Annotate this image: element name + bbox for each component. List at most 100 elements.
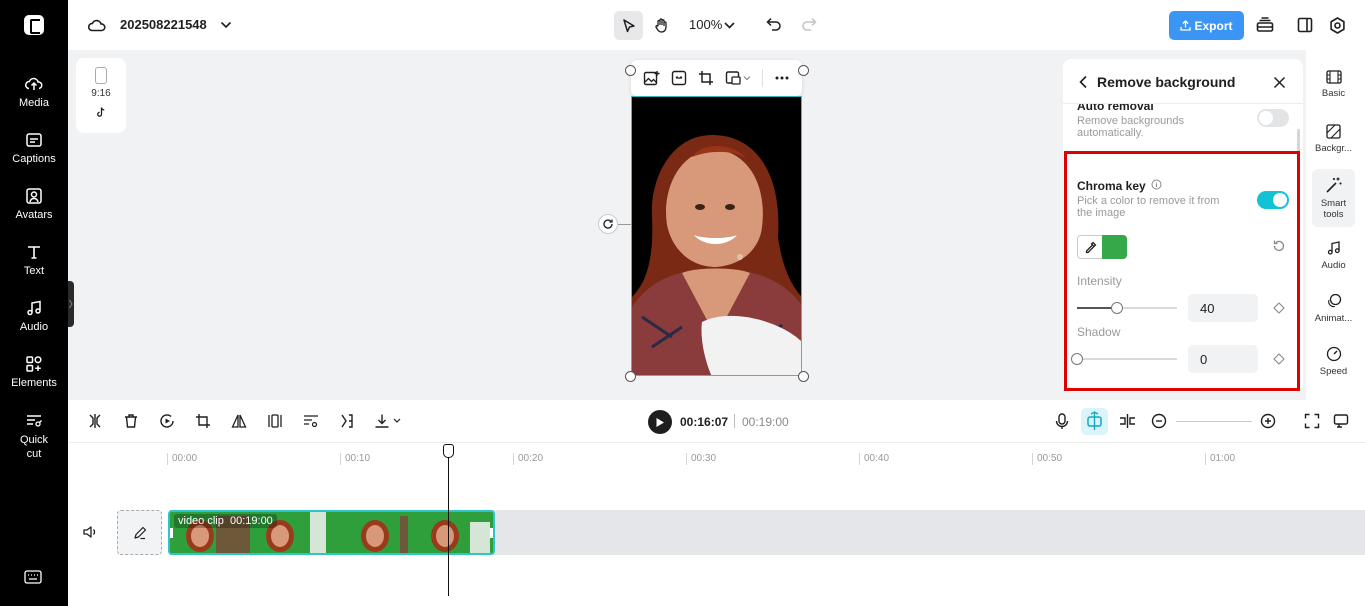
tool-smart-tools[interactable]: Smart tools [1312, 176, 1355, 220]
app-logo-icon[interactable] [24, 15, 44, 35]
track-mute-button[interactable] [82, 524, 98, 540]
export-button[interactable]: Export [1169, 11, 1244, 40]
sidebar-item-elements[interactable]: Elements [0, 354, 68, 389]
tool-animation[interactable]: Animat... [1308, 293, 1359, 324]
zoom-level[interactable]: 100% [689, 17, 722, 32]
playhead-handle[interactable] [443, 444, 454, 458]
phone-frame-icon [95, 67, 107, 84]
download-button[interactable] [374, 413, 404, 429]
panel-title: Remove background [1097, 74, 1236, 90]
record-voice-button[interactable] [1054, 413, 1070, 430]
undo-button[interactable] [764, 14, 784, 34]
resize-handle-bottom-right[interactable] [798, 371, 809, 382]
fit-button[interactable] [267, 413, 283, 429]
timeline-zoom-slider[interactable] [1176, 421, 1252, 422]
ruler-label: 00:50 [1037, 453, 1063, 464]
select-tool-button[interactable] [614, 11, 643, 40]
auto-removal-description: Remove backgrounds automatically. [1077, 115, 1185, 139]
tool-label: Smart tools [1320, 198, 1347, 220]
back-button[interactable] [1078, 75, 1090, 89]
music-note-icon [27, 300, 41, 316]
tool-audio[interactable]: Audio [1308, 240, 1359, 271]
split-panel-icon [1297, 17, 1313, 33]
magnet-snap-button[interactable] [1081, 408, 1108, 435]
resize-handle-top-right[interactable] [798, 65, 809, 76]
minus-circle-icon [1151, 413, 1167, 429]
hand-tool-button[interactable] [649, 13, 673, 37]
redo-button[interactable] [799, 14, 819, 34]
layers-button[interactable] [1255, 15, 1275, 35]
ruler-label: 00:30 [691, 453, 717, 464]
sidebar-item-text[interactable]: Text [0, 242, 68, 277]
settings-button[interactable] [1327, 15, 1347, 35]
zoom-out-button[interactable] [1151, 413, 1167, 429]
clip-floating-toolbar [631, 60, 802, 96]
speaker-icon [83, 526, 96, 538]
toggle-knob [1259, 111, 1273, 125]
more-horizontal-icon[interactable] [774, 70, 790, 86]
sidebar-item-label: Captions [12, 153, 56, 165]
rotate-handle[interactable] [598, 214, 618, 234]
redo-icon [802, 17, 817, 31]
split-icon [89, 414, 101, 428]
replace-media-icon[interactable] [725, 70, 751, 86]
time-separator [734, 414, 735, 428]
sidebar-item-avatars[interactable]: Avatars [0, 186, 68, 221]
keyboard-shortcuts-button[interactable] [24, 570, 42, 584]
project-title[interactable]: 202508221548 [120, 17, 207, 32]
flip-button[interactable] [231, 413, 247, 429]
link-split-icon [1120, 414, 1135, 428]
add-image-icon[interactable] [643, 70, 660, 87]
export-label: Export [1194, 18, 1233, 33]
ruler-label: 00:40 [864, 453, 890, 464]
track-cover-edit-button[interactable] [117, 510, 162, 555]
delete-button[interactable] [123, 413, 139, 429]
resize-handle-bottom-left[interactable] [625, 371, 636, 382]
trim-button[interactable] [339, 413, 355, 429]
chevron-down-icon [723, 21, 735, 29]
freeze-frame-button[interactable] [159, 413, 175, 429]
split-button[interactable] [87, 413, 103, 429]
zoom-in-button[interactable] [1260, 413, 1276, 429]
sidebar-item-captions[interactable]: Captions [0, 130, 68, 165]
toolbar-divider [762, 69, 764, 87]
sidebar-item-quick-cut[interactable]: Quick cut [0, 410, 68, 461]
project-menu-toggle[interactable] [219, 18, 233, 32]
video-clip[interactable]: video clip 00:19:00 [168, 510, 495, 555]
close-panel-button[interactable] [1273, 76, 1286, 89]
auto-removal-toggle[interactable] [1257, 109, 1289, 127]
split-view-button[interactable] [1119, 413, 1136, 429]
panel-layout-button[interactable] [1295, 15, 1315, 35]
tool-background[interactable]: Backgr... [1308, 124, 1359, 154]
tool-speed[interactable]: Speed [1308, 346, 1359, 377]
trim-icon [341, 414, 353, 428]
tool-basic[interactable]: Basic [1308, 70, 1359, 99]
avatars-icon [26, 188, 42, 204]
play-icon [656, 417, 664, 427]
ruler-label: 00:00 [172, 453, 198, 464]
quick-cut-icon [27, 415, 42, 427]
feedback-button[interactable] [1333, 413, 1349, 429]
ruler-tick [686, 453, 687, 465]
fullscreen-button[interactable] [1304, 413, 1320, 429]
aspect-ratio-card[interactable]: 9:16 [76, 58, 126, 133]
fit-frame-icon[interactable] [671, 70, 687, 86]
tool-label: Audio [1321, 260, 1346, 271]
trash-icon [125, 414, 137, 428]
crop-icon[interactable] [698, 70, 714, 86]
sidebar-collapse-handle[interactable] [68, 281, 74, 327]
resize-handle-top-left[interactable] [625, 65, 636, 76]
crop-clip-button[interactable] [195, 413, 211, 429]
chevron-left-icon [1079, 75, 1087, 89]
download-icon [375, 414, 401, 428]
music-note-icon [1327, 241, 1340, 255]
zoom-dropdown-toggle[interactable] [722, 18, 736, 32]
play-button[interactable] [648, 410, 672, 434]
sidebar-item-media[interactable]: Media [0, 74, 68, 109]
scene-cut-button[interactable] [303, 413, 319, 429]
sidebar-item-audio[interactable]: Audio [0, 298, 68, 333]
cloud-sync-button[interactable] [86, 14, 108, 36]
timeline-ruler[interactable]: 00:00 00:10 00:20 00:30 00:40 00:50 01:0… [68, 444, 1365, 466]
chroma-key-highlight-box [1064, 151, 1300, 391]
video-preview[interactable] [631, 96, 802, 376]
